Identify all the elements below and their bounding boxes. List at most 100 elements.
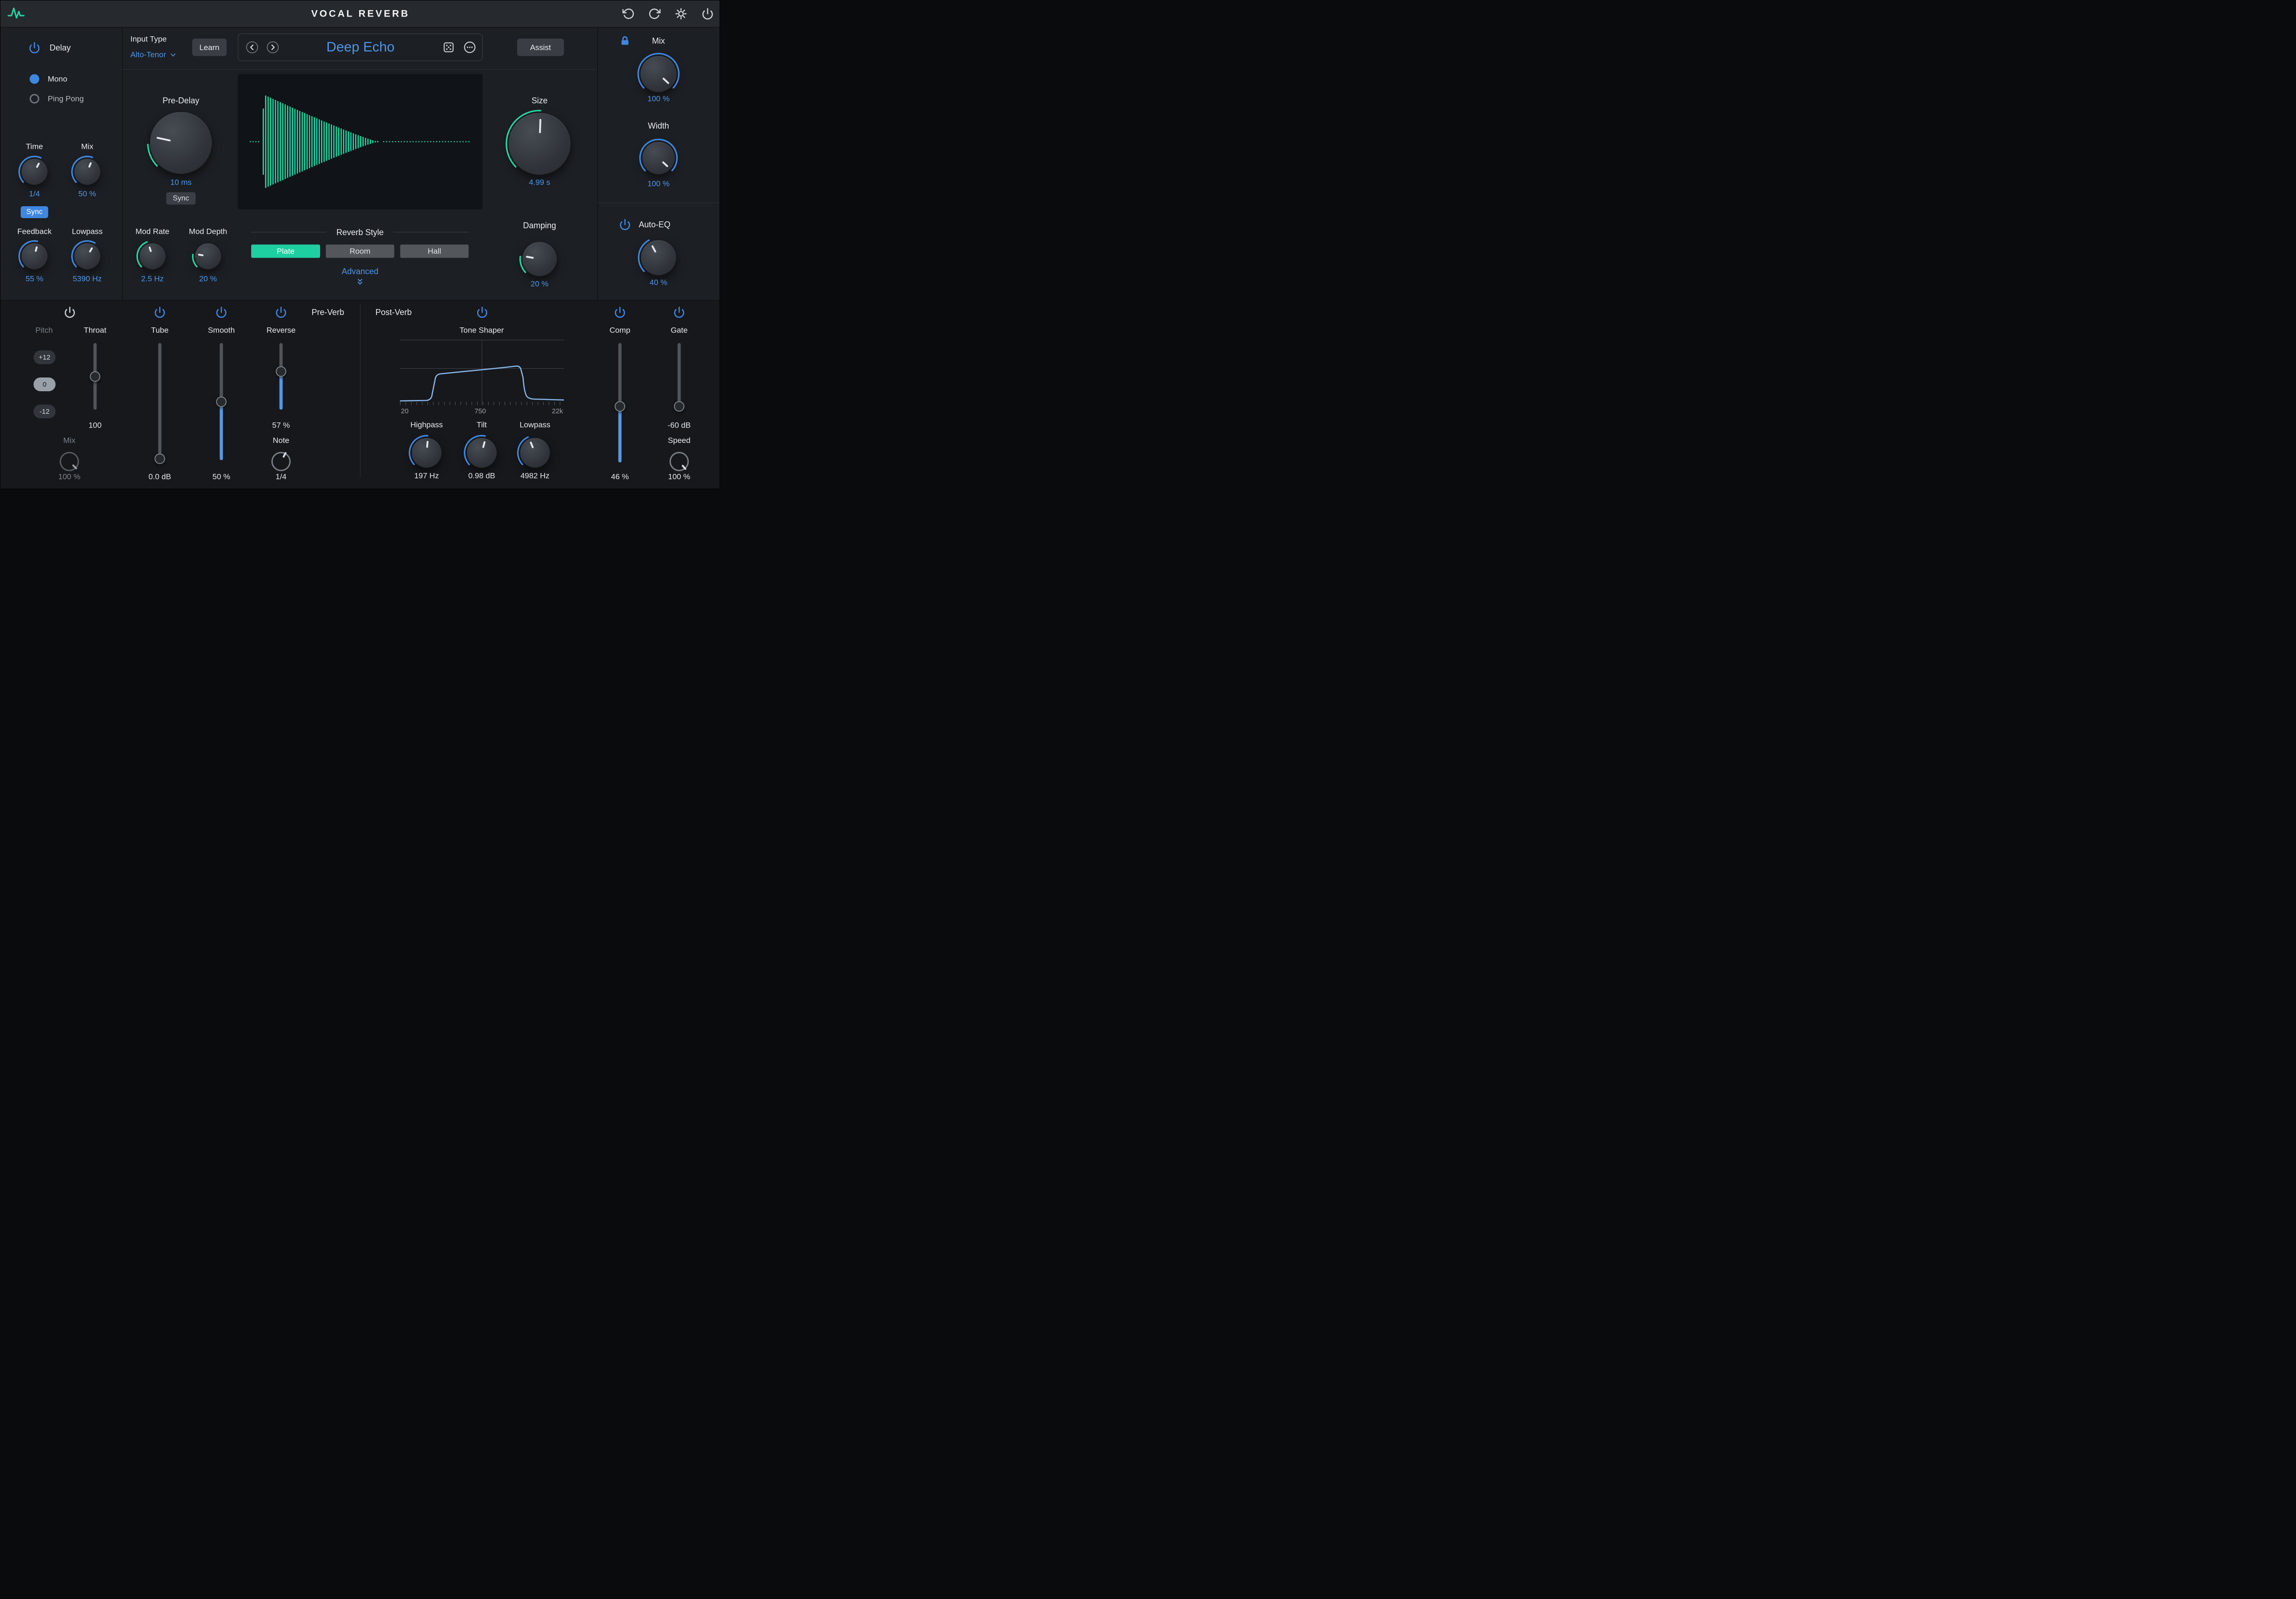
- damping-label: Damping: [523, 221, 556, 230]
- reverb-panel: Input Type Alto-Tenor Learn Deep Echo As: [122, 27, 598, 300]
- style-room-button[interactable]: Room: [326, 245, 394, 258]
- throat-slider[interactable]: [89, 343, 101, 410]
- pitch-label: Pitch: [35, 327, 53, 334]
- plugin-window: VOCAL REVERB Delay Mono Ping Pong Time 1…: [0, 0, 720, 489]
- undo-button[interactable]: [623, 8, 635, 20]
- header-divider: [122, 69, 597, 70]
- reverb-waveform-display: [238, 74, 483, 209]
- smooth-slider[interactable]: [215, 343, 227, 460]
- smooth-power-button[interactable]: [215, 306, 227, 318]
- smooth-label: Smooth: [208, 327, 235, 334]
- assist-button[interactable]: Assist: [517, 39, 564, 56]
- reverse-slider[interactable]: [275, 343, 287, 410]
- highpass-knob[interactable]: [411, 438, 442, 468]
- reverse-label: Reverse: [266, 327, 295, 334]
- mono-radio[interactable]: [30, 74, 39, 84]
- tone-shaper-power-button[interactable]: [476, 306, 488, 318]
- input-type-label: Input Type: [130, 35, 167, 43]
- input-type-dropdown[interactable]: Alto-Tenor: [130, 51, 177, 59]
- comp-slider[interactable]: [614, 343, 626, 462]
- delay-mix-label: Mix: [81, 143, 93, 151]
- redo-button[interactable]: [648, 8, 661, 20]
- pre-delay-value: 10 ms: [170, 179, 191, 186]
- tilt-label: Tilt: [477, 421, 487, 429]
- pitch-up-button[interactable]: +12: [34, 350, 56, 364]
- delay-time-knob[interactable]: [21, 158, 48, 185]
- damping-knob[interactable]: [522, 242, 557, 276]
- delay-feedback-knob[interactable]: [21, 243, 48, 270]
- pitch-down-label: -12: [39, 408, 50, 415]
- pre-verb-section-label: Pre-Verb: [311, 308, 344, 316]
- width-value: 100 %: [647, 180, 670, 188]
- delay-sync-label: Sync: [26, 208, 43, 216]
- post-lowpass-label: Lowpass: [519, 421, 550, 429]
- pre-delay-label: Pre-Delay: [163, 96, 199, 105]
- advanced-label: Advanced: [342, 267, 378, 276]
- tone-shaper-graph[interactable]: [400, 340, 564, 405]
- gate-speed-knob[interactable]: [670, 452, 689, 471]
- auto-eq-knob[interactable]: [641, 240, 676, 276]
- pitch-power-button[interactable]: [64, 306, 76, 318]
- delay-lowpass-label: Lowpass: [72, 228, 102, 236]
- mod-rate-knob[interactable]: [139, 243, 166, 270]
- mix-lock-icon[interactable]: [619, 35, 631, 47]
- pitch-down-button[interactable]: -12: [34, 405, 56, 418]
- auto-eq-power-button[interactable]: [619, 219, 631, 231]
- eq-freq-ticks: [400, 402, 564, 405]
- delay-sync-button[interactable]: Sync: [21, 206, 48, 218]
- reverse-note-knob[interactable]: [271, 452, 291, 471]
- preset-next-button[interactable]: [266, 41, 280, 54]
- output-mix-label: Mix: [652, 37, 665, 45]
- eq-axis-labels: 20 750 22k: [400, 407, 564, 415]
- feedback-label: Feedback: [17, 228, 52, 236]
- delay-lowpass-knob[interactable]: [74, 243, 101, 270]
- auto-eq-label: Auto-EQ: [639, 220, 670, 229]
- learn-button[interactable]: Learn: [192, 39, 227, 56]
- preset-prev-button[interactable]: [246, 41, 259, 54]
- comp-power-button[interactable]: [614, 306, 626, 318]
- mod-depth-value: 20 %: [199, 275, 217, 283]
- reverse-power-button[interactable]: [275, 306, 287, 318]
- style-plate-button[interactable]: Plate: [251, 245, 320, 258]
- damping-value: 20 %: [531, 280, 549, 288]
- preset-random-dice-icon[interactable]: [442, 41, 456, 54]
- advanced-toggle[interactable]: Advanced: [342, 267, 378, 287]
- mono-radio-label: Mono: [48, 75, 68, 83]
- pitch-mix-knob[interactable]: [60, 452, 79, 471]
- size-knob[interactable]: [508, 113, 571, 175]
- post-lowpass-knob[interactable]: [520, 438, 550, 468]
- mod-rate-label: Mod Rate: [135, 228, 169, 236]
- gate-label: Gate: [671, 327, 688, 334]
- tone-shaper-label: Tone Shaper: [460, 327, 504, 334]
- tube-value: 0.0 dB: [148, 473, 171, 481]
- tube-label: Tube: [151, 327, 169, 334]
- gate-power-button[interactable]: [673, 306, 685, 318]
- pitch-zero-button[interactable]: 0: [34, 377, 56, 391]
- gate-slider[interactable]: [673, 343, 685, 410]
- width-knob[interactable]: [642, 141, 675, 175]
- ping-pong-radio[interactable]: [30, 94, 39, 104]
- preset-menu-ellipsis-icon[interactable]: [463, 41, 477, 54]
- delay-mix-knob[interactable]: [74, 158, 101, 185]
- delay-power-button[interactable]: [28, 42, 40, 54]
- bypass-power-button[interactable]: [702, 8, 714, 20]
- output-mix-knob[interactable]: [640, 56, 677, 92]
- preset-box: Deep Echo: [238, 34, 483, 61]
- predelay-sync-button[interactable]: Sync: [166, 192, 196, 205]
- highpass-label: Highpass: [411, 421, 443, 429]
- reverb-style-label: Reverb Style: [336, 228, 383, 236]
- style-hall-button[interactable]: Hall: [400, 245, 469, 258]
- settings-gear-icon[interactable]: [675, 8, 687, 20]
- auto-eq-value: 40 %: [650, 279, 668, 287]
- pre-delay-knob[interactable]: [150, 112, 212, 174]
- mod-depth-knob[interactable]: [195, 243, 221, 270]
- waveform-bars: [238, 74, 483, 209]
- eq-tick-750: 750: [474, 407, 486, 415]
- delay-panel: Delay Mono Ping Pong Time 1/4 Mix 50 % S…: [0, 27, 123, 300]
- mod-rate-value: 2.5 Hz: [141, 275, 163, 283]
- gate-speed-value: 100 %: [668, 473, 690, 481]
- tube-slider[interactable]: [154, 343, 166, 460]
- feedback-value: 55 %: [26, 275, 44, 283]
- tilt-knob[interactable]: [467, 438, 497, 468]
- tube-power-button[interactable]: [154, 306, 166, 318]
